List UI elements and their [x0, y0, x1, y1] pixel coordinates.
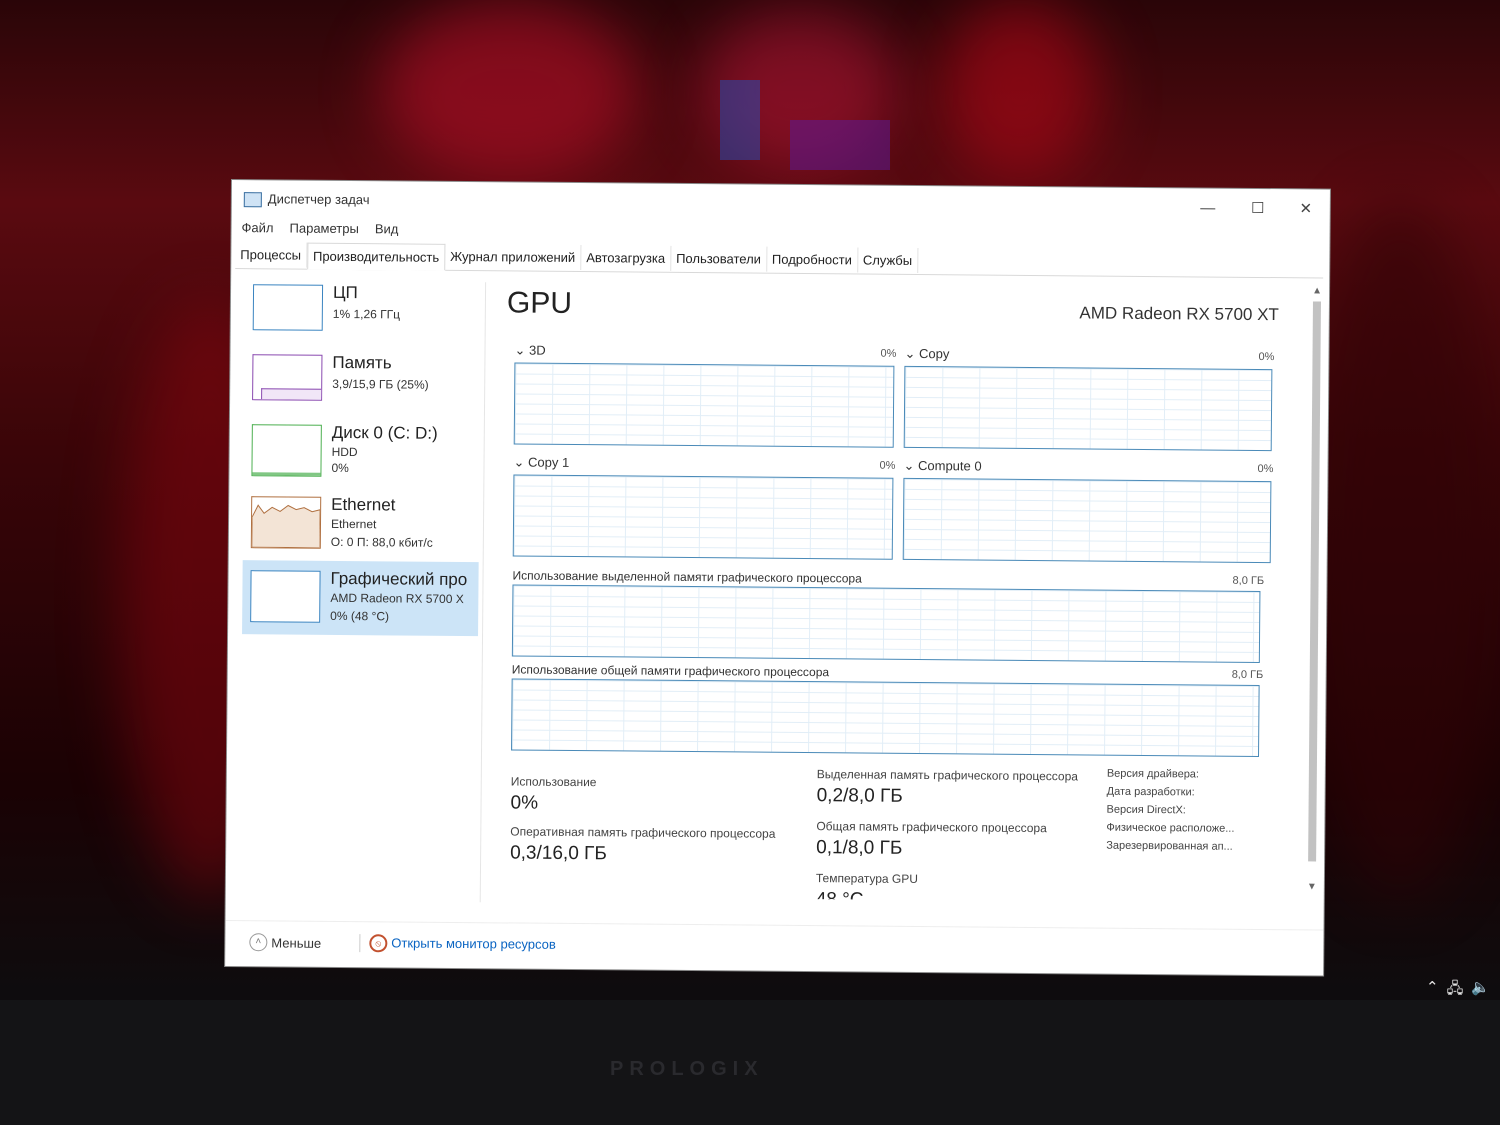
- graph-copy1-pct: 0%: [879, 459, 896, 472]
- vertical-scrollbar[interactable]: ▲ ▼: [1306, 285, 1323, 895]
- sidebar-item-detail: 1% 1,26 ГГц: [332, 306, 401, 322]
- menu-view[interactable]: Вид: [375, 221, 399, 236]
- graph-copy1-label[interactable]: ⌄ Copy 1: [513, 454, 569, 470]
- open-resource-monitor-link[interactable]: Открыть монитор ресурсов: [391, 935, 556, 951]
- sidebar-item-detail-2: 0% (48 °C): [330, 608, 390, 624]
- sidebar-item-label: Графический про: [330, 568, 468, 590]
- sidebar-item-gpu[interactable]: Графический про AMD Radeon RX 5700 X 0% …: [242, 560, 479, 637]
- reserved-memory-label: Зарезервированная ап...: [1106, 839, 1233, 853]
- resource-list: ЦП 1% 1,26 ГГц Память 3,9/15,9 ГБ (25%) …: [240, 272, 482, 914]
- dedicated-mem-label: Выделенная память графического процессор…: [816, 767, 1079, 784]
- disk-thumbnail-graph: [251, 424, 322, 477]
- shared-mem-label: Общая память графического процессора: [816, 819, 1047, 836]
- sidebar-item-cpu[interactable]: ЦП 1% 1,26 ГГц: [245, 274, 482, 346]
- chevron-up-icon[interactable]: ˄: [249, 933, 268, 952]
- performance-panel: ЦП 1% 1,26 ГГц Память 3,9/15,9 ГБ (25%) …: [226, 272, 1330, 922]
- tab-startup[interactable]: Автозагрузка: [581, 245, 672, 271]
- dedicated-memory-max: 8,0 ГБ: [1232, 574, 1265, 588]
- graph-3d: [513, 362, 895, 448]
- fewer-details-button[interactable]: Меньше: [271, 935, 321, 950]
- driver-version-label: Версия драйвера:: [1106, 767, 1200, 781]
- graph-3d-pct: 0%: [880, 347, 897, 360]
- sidebar-item-detail: HDD: [331, 444, 358, 460]
- scroll-down-icon[interactable]: ▼: [1306, 881, 1318, 892]
- close-button[interactable]: ✕: [1286, 197, 1326, 221]
- shared-mem-value: 0,1/8,0 ГБ: [816, 837, 903, 859]
- cpu-thumbnail-graph: [252, 284, 324, 331]
- minimize-button[interactable]: —: [1188, 196, 1228, 220]
- shared-memory-max: 8,0 ГБ: [1231, 668, 1264, 682]
- memory-thumbnail-graph: [252, 354, 323, 401]
- graph-compute0: [902, 477, 1272, 564]
- page-title: GPU: [506, 286, 573, 320]
- sidebar-item-detail: AMD Radeon RX 5700 X: [330, 590, 464, 607]
- sidebar-item-label: Диск 0 (C: D:): [331, 422, 438, 443]
- graph-3d-label[interactable]: ⌄ 3D: [514, 342, 545, 358]
- task-manager-icon: [243, 192, 262, 208]
- menu-bar: Файл Параметры Вид: [242, 220, 399, 236]
- volume-icon[interactable]: 🔈: [1471, 978, 1490, 1003]
- sidebar-item-label: Память: [332, 352, 392, 373]
- shared-memory-graph: [511, 678, 1260, 757]
- ethernet-thumbnail-graph: [250, 496, 322, 549]
- chevron-up-icon[interactable]: ⌃: [1426, 978, 1439, 1003]
- graph-compute0-pct: 0%: [1257, 462, 1274, 476]
- gpu-ram-label: Оперативная память графического процессо…: [510, 824, 776, 841]
- tab-app-history[interactable]: Журнал приложений: [445, 243, 582, 271]
- dedicated-memory-graph: [511, 584, 1261, 663]
- graph-copy-label[interactable]: ⌄ Copy: [904, 346, 949, 362]
- tab-users[interactable]: Пользователи: [671, 245, 768, 272]
- graph-compute0-label[interactable]: ⌄ Compute 0: [903, 458, 981, 475]
- tab-details[interactable]: Подробности: [766, 246, 858, 273]
- task-manager-window: Диспетчер задач — ☐ ✕ Файл Параметры Вид…: [225, 180, 1330, 976]
- sidebar-item-detail-2: О: 0 П: 88,0 кбит/с: [330, 534, 433, 550]
- usage-value: 0%: [510, 792, 539, 814]
- dedicated-mem-value: 0,2/8,0 ГБ: [816, 785, 903, 807]
- ethernet-usage-line: [251, 504, 321, 549]
- driver-date-label: Дата разработки:: [1106, 785, 1195, 799]
- shared-memory-label: Использование общей памяти графического …: [511, 662, 830, 680]
- directx-version-label: Версия DirectX:: [1106, 803, 1186, 817]
- scroll-thumb[interactable]: [1308, 301, 1321, 862]
- window-title: Диспетчер задач: [267, 191, 370, 208]
- scroll-up-icon[interactable]: ▲: [1311, 285, 1323, 296]
- footer-separator: [359, 934, 361, 953]
- tab-performance[interactable]: Производительность: [306, 242, 446, 271]
- graph-copy: [903, 365, 1273, 452]
- gpu-device-name: AMD Radeon RX 5700 XT: [1079, 303, 1279, 325]
- sidebar-item-label: ЦП: [332, 282, 358, 303]
- sidebar-item-detail: 3,9/15,9 ГБ (25%): [332, 376, 429, 392]
- system-tray: ⌃ 🖧 🔈: [1426, 978, 1490, 1003]
- panel-divider: [479, 282, 487, 903]
- sidebar-item-detail: Ethernet: [330, 516, 377, 532]
- gpu-ram-value: 0,3/16,0 ГБ: [510, 842, 607, 865]
- menu-options[interactable]: Параметры: [289, 221, 358, 237]
- monitor-brand-logo: PROLOGIX: [610, 1058, 764, 1080]
- network-icon[interactable]: 🖧: [1447, 978, 1464, 1003]
- sidebar-item-disk[interactable]: Диск 0 (C: D:) HDD 0%: [243, 414, 480, 486]
- sidebar-item-label: Ethernet: [331, 494, 396, 515]
- physical-location-label: Физическое расположе...: [1106, 821, 1235, 835]
- menu-file[interactable]: Файл: [242, 220, 274, 235]
- gpu-temp-value: 48 °C: [816, 889, 864, 899]
- tab-services[interactable]: Службы: [857, 247, 919, 273]
- sidebar-item-detail-2: 0%: [331, 460, 349, 476]
- graph-copy1: [512, 474, 894, 560]
- graph-copy-pct: 0%: [1258, 350, 1275, 364]
- gpu-thumbnail-graph: [250, 570, 321, 623]
- dedicated-memory-label: Использование выделенной памяти графичес…: [512, 568, 862, 586]
- gpu-temp-label: Температура GPU: [815, 871, 919, 887]
- maximize-button[interactable]: ☐: [1238, 197, 1278, 221]
- sidebar-item-memory[interactable]: Память 3,9/15,9 ГБ (25%): [244, 344, 481, 416]
- tab-processes[interactable]: Процессы: [235, 242, 308, 268]
- footer-bar: ˄ Меньше ⦸ Открыть монитор ресурсов: [225, 919, 1324, 971]
- usage-label: Использование: [510, 774, 597, 790]
- resource-monitor-icon[interactable]: ⦸: [369, 934, 388, 953]
- sidebar-item-ethernet[interactable]: Ethernet Ethernet О: 0 П: 88,0 кбит/с: [243, 486, 480, 558]
